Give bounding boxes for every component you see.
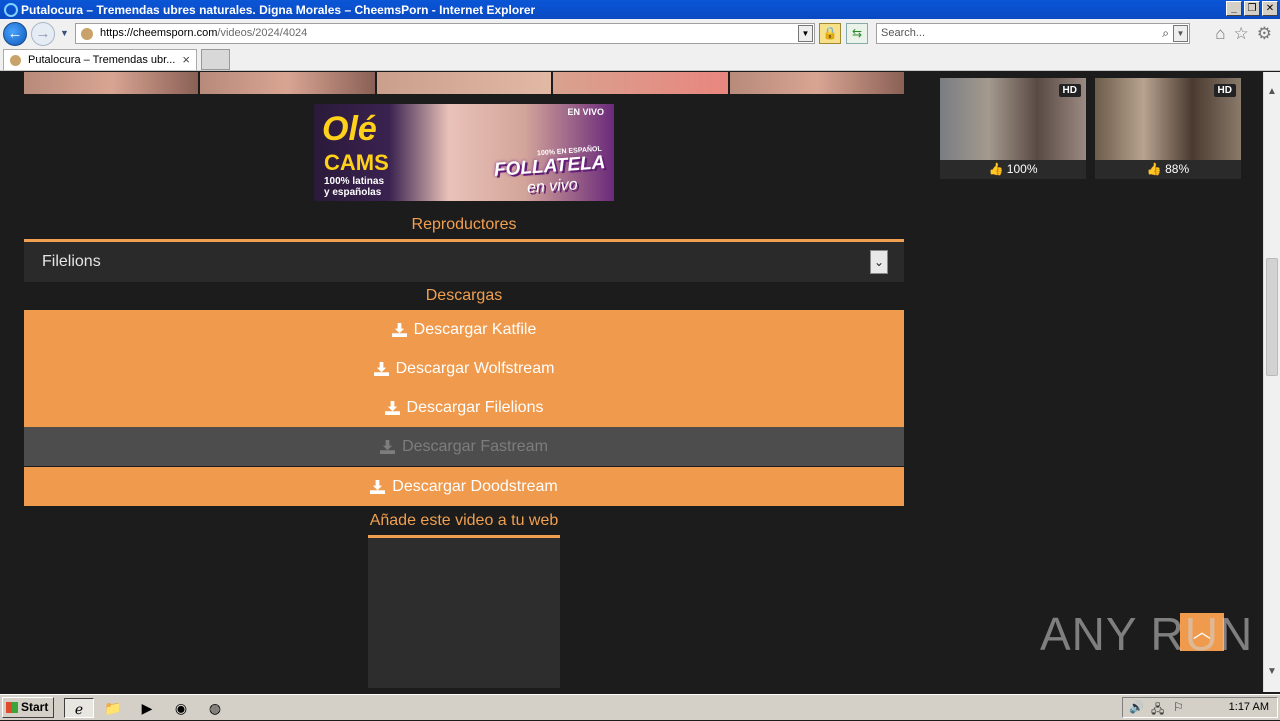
downloads-title: Descargas xyxy=(425,287,503,304)
related-video[interactable]: HD 👍 100% xyxy=(940,78,1086,179)
chrome-taskbar-icon[interactable]: ◉ xyxy=(166,698,196,718)
download-label: Descargar Fastream xyxy=(402,437,548,455)
thumbnail[interactable] xyxy=(24,72,199,94)
address-input[interactable]: https://cheemsporn.com/videos/2024/4024 … xyxy=(75,23,815,44)
page-viewport: Olé CAMS 100% latinas y españolas EN VIV… xyxy=(0,72,1263,692)
volume-icon[interactable]: 🔊 xyxy=(1129,700,1144,714)
url-host: https://cheemsporn.com xyxy=(100,27,218,39)
download-label: Descargar Katfile xyxy=(413,320,537,338)
edge-taskbar-icon[interactable]: ◍ xyxy=(200,698,230,718)
back-button[interactable]: ← xyxy=(3,22,27,46)
player-select[interactable]: Filelions ⌄ xyxy=(24,242,904,282)
anyrun-watermark: ANY RUN xyxy=(1040,608,1254,660)
related-video[interactable]: HD 👍 88% xyxy=(1095,78,1241,179)
download-icon xyxy=(391,322,407,337)
ad-headline-sub: en vivo xyxy=(526,176,579,197)
start-button[interactable]: Start xyxy=(2,697,54,718)
scroll-up-icon[interactable]: ▲ xyxy=(1264,84,1280,100)
minimize-button[interactable]: _ xyxy=(1226,1,1242,16)
window-titlebar: Putalocura – Tremendas ubres naturales. … xyxy=(0,0,1280,19)
restore-button[interactable]: ❐ xyxy=(1244,1,1260,16)
tab-favicon-icon xyxy=(10,55,21,66)
video-thumbnail-strip xyxy=(24,72,905,94)
history-dropdown-icon[interactable]: ▼ xyxy=(60,28,69,38)
toolbar-icons: ⌂ ☆ ⚙ xyxy=(1215,24,1272,44)
download-icon xyxy=(384,400,400,415)
download-button-2[interactable]: Descargar Wolfstream xyxy=(24,349,904,388)
network-icon[interactable]: 🖧 xyxy=(1151,700,1164,721)
search-icon[interactable]: ⌕ xyxy=(1162,24,1169,43)
rating-label: 👍 88% xyxy=(1095,161,1241,178)
ie-logo-icon xyxy=(4,2,18,17)
ad-line-1: 100% latinas xyxy=(324,176,385,187)
player-select-value: Filelions xyxy=(42,253,101,270)
close-button[interactable]: ✕ xyxy=(1262,1,1278,16)
forward-button[interactable]: → xyxy=(31,22,55,46)
rating-value: 88% xyxy=(1165,162,1190,176)
scroll-down-icon[interactable]: ▼ xyxy=(1264,664,1280,680)
embed-title: Añade este video a tu web xyxy=(369,512,559,529)
system-tray: 🔊 🖧 ⚐ 1:17 AM xyxy=(1122,697,1278,718)
download-button-4: Descargar Fastream xyxy=(24,427,904,466)
players-title: Reproductores xyxy=(411,216,517,233)
tab-bar: Putalocura – Tremendas ubr... × xyxy=(0,48,1280,71)
clock: 1:17 AM xyxy=(1228,701,1269,713)
tab-label: Putalocura – Tremendas ubr... xyxy=(28,54,176,66)
search-input[interactable]: Search... ⌕ ▼ xyxy=(876,23,1190,44)
ad-banner[interactable]: Olé CAMS 100% latinas y españolas EN VIV… xyxy=(314,104,614,201)
embed-code-box[interactable] xyxy=(368,538,560,688)
ad-brand-sub: CAMS xyxy=(324,150,389,175)
download-button-3[interactable]: Descargar Filelions xyxy=(24,388,904,427)
download-button-5[interactable]: Descargar Doodstream xyxy=(24,467,904,506)
thumbnail[interactable] xyxy=(729,72,905,94)
download-icon xyxy=(373,361,389,376)
download-icon xyxy=(370,479,386,494)
download-label: Descargar Filelions xyxy=(406,398,544,416)
new-tab-button[interactable] xyxy=(201,49,230,70)
site-favicon-icon xyxy=(81,28,93,40)
windows-logo-icon xyxy=(6,702,18,713)
hd-badge: HD xyxy=(1058,84,1081,97)
favorites-star-icon[interactable]: ☆ xyxy=(1234,24,1249,44)
ad-live-label: EN VIVO xyxy=(567,107,604,117)
home-icon[interactable]: ⌂ xyxy=(1215,24,1225,44)
thumbs-up-icon: 👍 xyxy=(988,162,1004,176)
page-scrollbar[interactable]: ▲ ▼ xyxy=(1263,72,1280,692)
taskbar: Start ℯ 📁 ▶ ◉ ◍ 🔊 🖧 ⚐ 1:17 AM xyxy=(0,694,1280,720)
window-title: Putalocura – Tremendas ubres naturales. … xyxy=(21,2,536,17)
lock-icon[interactable]: 🔒 xyxy=(819,23,841,44)
download-button-1[interactable]: Descargar Katfile xyxy=(24,310,904,349)
explorer-taskbar-icon[interactable]: 📁 xyxy=(98,698,128,718)
ad-brand: Olé xyxy=(322,110,377,148)
start-label: Start xyxy=(21,700,49,714)
search-placeholder: Search... xyxy=(881,27,926,39)
address-dropdown-icon[interactable]: ▼ xyxy=(798,25,813,42)
download-label: Descargar Doodstream xyxy=(392,477,558,495)
download-label: Descargar Wolfstream xyxy=(395,359,555,377)
rating-label: 👍 100% xyxy=(940,161,1086,178)
refresh-button[interactable]: ⇆ xyxy=(846,23,868,44)
url-path: /videos/2024/4024 xyxy=(217,27,308,39)
window-controls: _ ❐ ✕ xyxy=(1226,1,1278,16)
address-toolbar: ← → ▼ https://cheemsporn.com/videos/2024… xyxy=(0,19,1280,48)
thumbnail[interactable] xyxy=(376,72,552,94)
action-center-flag-icon[interactable]: ⚐ xyxy=(1173,700,1184,714)
tab-active[interactable]: Putalocura – Tremendas ubr... × xyxy=(3,49,197,70)
rating-value: 100% xyxy=(1006,162,1038,176)
tab-close-icon[interactable]: × xyxy=(182,50,190,70)
thumbnail[interactable] xyxy=(553,72,728,94)
chevron-down-icon[interactable]: ⌄ xyxy=(870,250,888,274)
ad-line-2: y españolas xyxy=(324,187,382,198)
download-icon xyxy=(380,439,396,454)
thumbs-up-icon: 👍 xyxy=(1146,162,1162,176)
media-player-taskbar-icon[interactable]: ▶ xyxy=(132,698,162,718)
gear-icon[interactable]: ⚙ xyxy=(1257,24,1272,44)
scrollbar-thumb[interactable] xyxy=(1266,258,1278,376)
hd-badge: HD xyxy=(1213,84,1236,97)
search-dropdown-icon[interactable]: ▼ xyxy=(1173,25,1188,42)
thumbnail[interactable] xyxy=(200,72,375,94)
ie-taskbar-icon[interactable]: ℯ xyxy=(64,698,94,718)
